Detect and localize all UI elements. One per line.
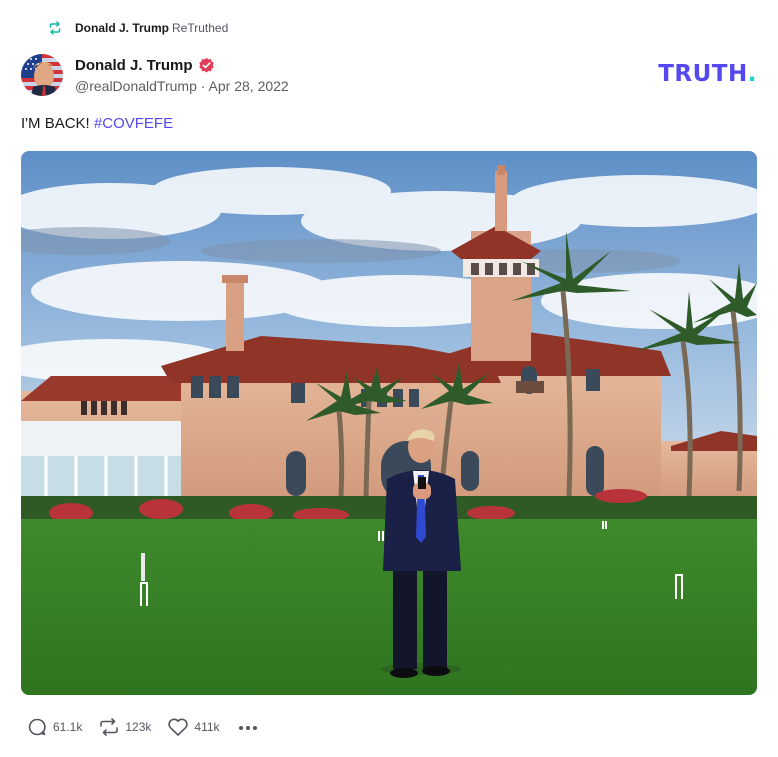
more-icon [238, 720, 258, 734]
retruth-icon [47, 20, 63, 36]
hashtag-link[interactable]: #COVFEFE [94, 115, 173, 132]
verified-badge-icon [198, 57, 215, 74]
logo-text: TRUTH [658, 61, 748, 87]
heart-icon [167, 716, 189, 738]
reply-count: 61.1k [53, 720, 83, 734]
more-button[interactable] [238, 716, 258, 738]
handle-line: @realDonaldTrump · Apr 28, 2022 [75, 78, 289, 94]
avatar[interactable] [21, 54, 63, 96]
separator: · [200, 78, 206, 94]
like-button[interactable]: 411k [167, 716, 220, 738]
post-header: Donald J. Trump @realDonaldTrump · Apr 2… [21, 54, 757, 96]
retruth-label: ReTruthed [172, 21, 229, 35]
retruth-icon [98, 716, 120, 738]
retruth-count: 123k [125, 720, 152, 734]
retruth-author[interactable]: Donald J. Trump [75, 21, 169, 35]
post-image[interactable] [21, 151, 757, 695]
truth-logo[interactable]: TRUTH. [658, 61, 757, 87]
handle[interactable]: @realDonaldTrump [75, 78, 197, 94]
post-body: I'M BACK! #COVFEFE [21, 115, 173, 132]
reply-icon [26, 716, 48, 738]
post-text: I'M BACK! [21, 115, 94, 132]
retruth-indicator: Donald J. Trump ReTruthed [47, 18, 228, 38]
display-name[interactable]: Donald J. Trump [75, 57, 193, 74]
action-bar: 61.1k 123k 411k [26, 715, 258, 739]
retruth-button[interactable]: 123k [98, 716, 151, 738]
post-date[interactable]: Apr 28, 2022 [209, 78, 289, 94]
like-count: 411k [194, 720, 220, 734]
reply-button[interactable]: 61.1k [26, 716, 82, 738]
display-name-row[interactable]: Donald J. Trump [75, 55, 289, 75]
logo-dot: . [747, 61, 757, 87]
